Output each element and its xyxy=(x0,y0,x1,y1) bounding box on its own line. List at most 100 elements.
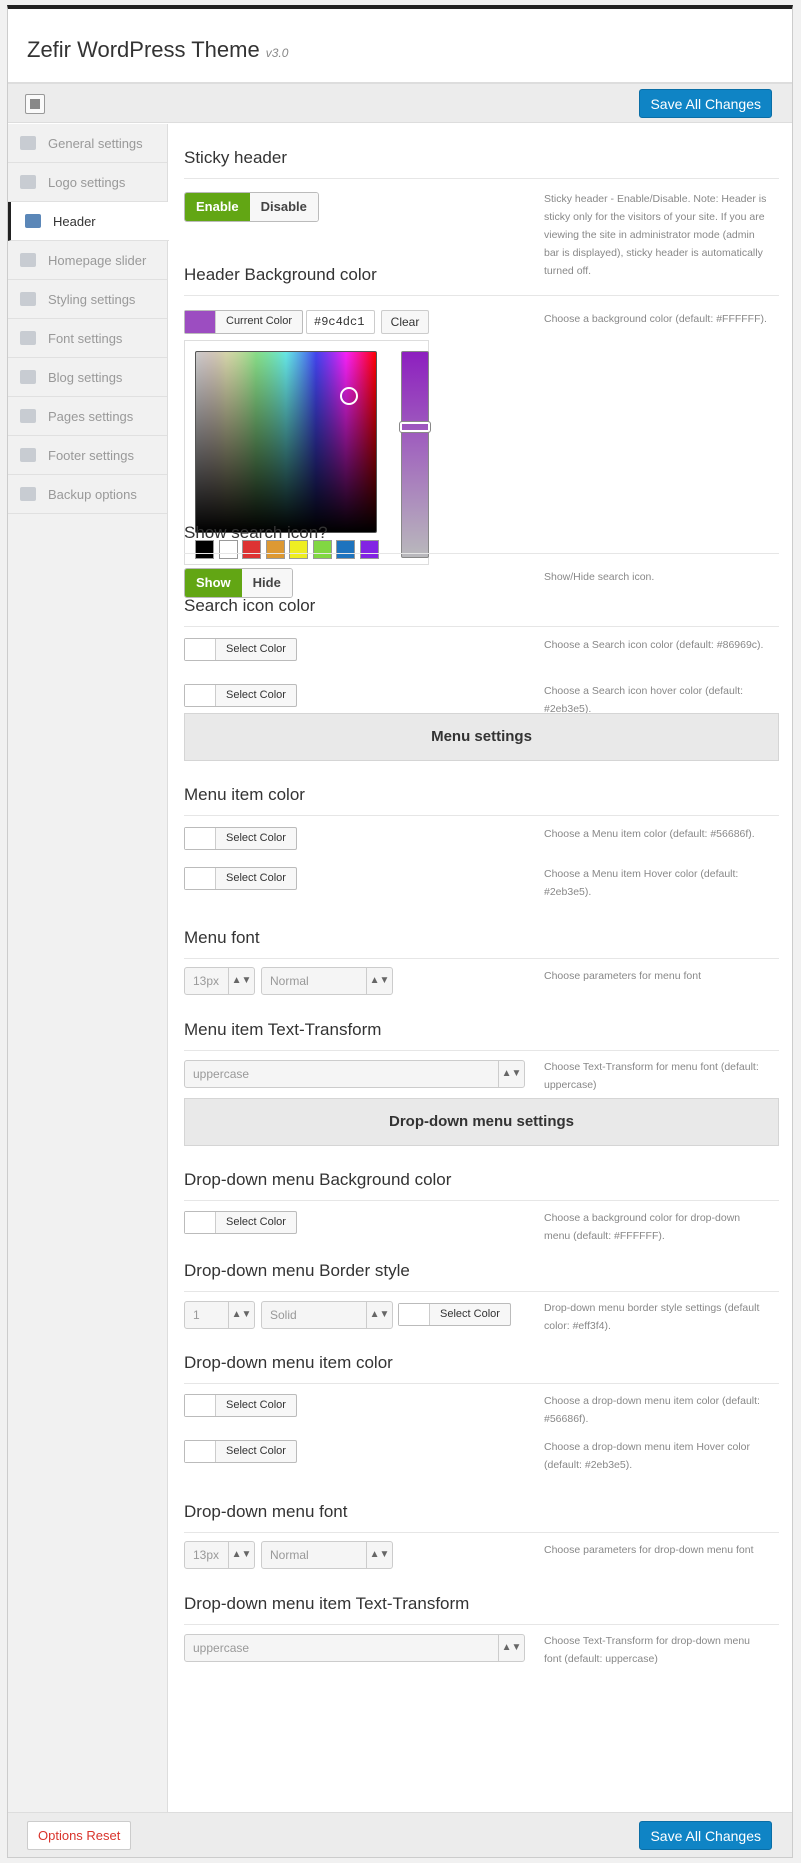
selected-value: uppercase xyxy=(193,1641,250,1655)
hex-color-input[interactable]: #9c4dc1 xyxy=(306,310,375,334)
chevron-updown-icon: ▲▼ xyxy=(366,1302,392,1328)
save-all-changes-button-bottom[interactable]: Save All Changes xyxy=(639,1821,772,1850)
sidebar-item-label: Font settings xyxy=(48,330,123,346)
theme-options-panel: Zefir WordPress Theme v3.0 Save All Chang… xyxy=(7,5,793,1858)
select-color-label: Select Color xyxy=(226,643,286,655)
section-menu-item-color: Menu item color Select Color Choose a Me… xyxy=(184,785,779,898)
select-color-label: Select Color xyxy=(440,1308,500,1320)
section-title: Sticky header xyxy=(184,148,779,179)
enable-button[interactable]: Enable xyxy=(185,193,250,221)
sidebar-item-footer-settings[interactable]: Footer settings xyxy=(8,436,167,475)
disable-button[interactable]: Disable xyxy=(249,193,318,221)
section-title: Drop-down menu font xyxy=(184,1502,779,1533)
dropdown-item-color-button[interactable]: Select Color xyxy=(184,1394,297,1417)
search-icon-hover-color-button[interactable]: Select Color xyxy=(184,684,297,707)
dropdown-bg-color-button[interactable]: Select Color xyxy=(184,1211,297,1234)
chevron-updown-icon: ▲▼ xyxy=(228,1542,254,1568)
font-icon xyxy=(20,331,36,345)
selected-value: 13px xyxy=(193,1548,220,1562)
section-description: Choose a background color (default: #FFF… xyxy=(544,313,767,325)
selected-value: 1 xyxy=(193,1308,200,1322)
current-color-button[interactable]: Current Color xyxy=(184,310,304,334)
section-description: Choose Text-Transform for menu font (def… xyxy=(544,1061,759,1091)
sidebar: General settings Logo settings Header Ho… xyxy=(8,124,169,1812)
version-label: v3.0 xyxy=(265,46,289,60)
search-icon-color-button[interactable]: Select Color xyxy=(184,638,297,661)
section-title: Drop-down menu item Text-Transform xyxy=(184,1594,779,1625)
wrench-icon xyxy=(20,136,36,150)
section-title: Drop-down menu item color xyxy=(184,1353,779,1384)
section-dropdown-font: Drop-down menu font 13px ▲▼ Normal ▲▼ Choo… xyxy=(184,1502,779,1569)
color-swatch xyxy=(185,639,216,660)
sidebar-item-backup-options[interactable]: Backup options xyxy=(8,475,167,514)
hue-handle[interactable] xyxy=(399,421,431,433)
sidebar-item-blog-settings[interactable]: Blog settings xyxy=(8,358,167,397)
section-title: Search icon color xyxy=(184,596,779,627)
sidebar-item-logo-settings[interactable]: Logo settings xyxy=(8,163,167,202)
section-description: Choose a background color for drop-down … xyxy=(544,1212,741,1242)
selected-value: Solid xyxy=(270,1308,297,1322)
menu-item-color-button[interactable]: Select Color xyxy=(184,827,297,850)
menu-font-weight-select[interactable]: Normal ▲▼ xyxy=(261,967,393,995)
sidebar-item-styling-settings[interactable]: Styling settings xyxy=(8,280,167,319)
color-swatch xyxy=(185,828,216,849)
paint-bucket-icon xyxy=(20,292,36,306)
selected-value: Normal xyxy=(270,1548,309,1562)
dropdown-font-weight-select[interactable]: Normal ▲▼ xyxy=(261,1541,393,1569)
section-description: Show/Hide search icon. xyxy=(544,571,655,583)
border-style-select[interactable]: Solid ▲▼ xyxy=(261,1301,393,1329)
section-menu-font: Menu font 13px ▲▼ Normal ▲▼ Choose paramet… xyxy=(184,928,779,995)
sidebar-item-header[interactable]: Header xyxy=(8,202,169,241)
sidebar-item-pages-settings[interactable]: Pages settings xyxy=(8,397,167,436)
sidebar-item-label: Pages settings xyxy=(48,408,134,424)
sidebar-item-font-settings[interactable]: Font settings xyxy=(8,319,167,358)
sidebar-item-general-settings[interactable]: General settings xyxy=(8,124,167,163)
dropdown-item-hover-color-button[interactable]: Select Color xyxy=(184,1440,297,1463)
section-description: Choose parameters for menu font xyxy=(544,970,701,982)
border-color-button[interactable]: Select Color xyxy=(398,1303,511,1326)
section-description: Drop-down menu border style settings (de… xyxy=(544,1302,760,1332)
saturation-area[interactable] xyxy=(195,351,377,533)
chevron-updown-icon: ▲▼ xyxy=(498,1061,524,1087)
current-color-label: Current Color xyxy=(226,315,293,327)
menu-item-hover-color-button[interactable]: Select Color xyxy=(184,867,297,890)
hide-button[interactable]: Hide xyxy=(241,569,292,597)
clear-button[interactable]: Clear xyxy=(381,310,429,334)
section-title: Drop-down menu Border style xyxy=(184,1261,779,1292)
sidebar-item-homepage-slider[interactable]: Homepage slider xyxy=(8,241,167,280)
border-width-select[interactable]: 1 ▲▼ xyxy=(184,1301,255,1329)
section-title: Header Background color xyxy=(184,265,779,296)
save-all-changes-button[interactable]: Save All Changes xyxy=(639,89,772,118)
select-color-label: Select Color xyxy=(226,1216,286,1228)
panel-header: Zefir WordPress Theme v3.0 xyxy=(8,9,792,83)
section-dropdown-background-color: Drop-down menu Background color Select C… xyxy=(184,1170,779,1242)
search-icon-toggle: Show Hide xyxy=(184,568,293,598)
section-title: Show search icon? xyxy=(184,523,779,554)
picker-handle[interactable] xyxy=(340,387,358,405)
select-color-label: Select Color xyxy=(226,872,286,884)
menu-text-transform-select[interactable]: uppercase ▲▼ xyxy=(184,1060,525,1088)
dropdown-text-transform-select[interactable]: uppercase ▲▼ xyxy=(184,1634,525,1662)
show-button[interactable]: Show xyxy=(185,569,242,597)
sidebar-item-label: Footer settings xyxy=(48,447,134,463)
sidebar-item-label: Homepage slider xyxy=(48,252,147,268)
backup-icon xyxy=(20,487,36,501)
select-color-label: Select Color xyxy=(226,689,286,701)
dropdown-font-size-select[interactable]: 13px ▲▼ xyxy=(184,1541,255,1569)
page-title: Zefir WordPress Theme xyxy=(27,37,260,62)
sidebar-item-label: Blog settings xyxy=(48,369,123,385)
section-title: Menu item color xyxy=(184,785,779,816)
section-sticky-header: Sticky header Enable Disable Sticky head… xyxy=(184,148,779,277)
chevron-updown-icon: ▲▼ xyxy=(228,1302,254,1328)
color-swatch xyxy=(185,1441,216,1462)
color-swatch xyxy=(185,1212,216,1233)
section-title: Drop-down menu Background color xyxy=(184,1170,779,1201)
menu-font-size-select[interactable]: 13px ▲▼ xyxy=(184,967,255,995)
page-icon xyxy=(20,409,36,423)
chevron-updown-icon: ▲▼ xyxy=(228,968,254,994)
bottom-toolbar: Options Reset Save All Changes xyxy=(8,1812,792,1857)
blog-icon xyxy=(20,370,36,384)
toggle-sidebar-icon[interactable] xyxy=(25,94,45,114)
options-reset-button[interactable]: Options Reset xyxy=(27,1821,132,1850)
logo-icon xyxy=(20,175,36,189)
